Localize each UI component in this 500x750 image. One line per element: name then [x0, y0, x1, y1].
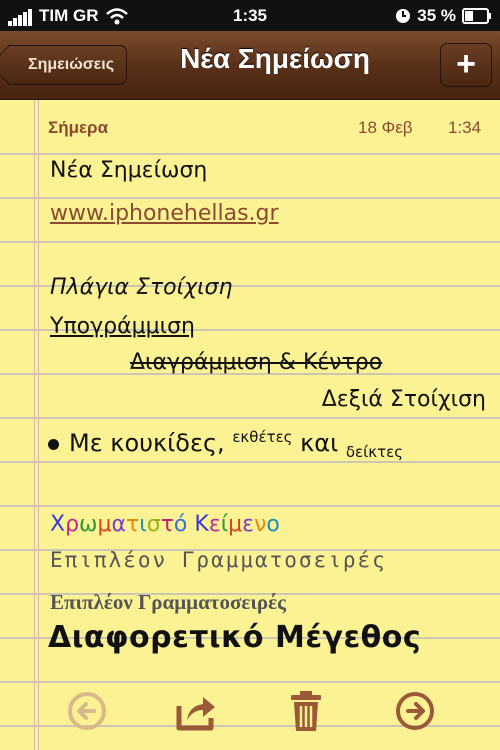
screen: TIM GR 1:35 35 % Σημειώσεις Νέα Σημείωση…: [0, 0, 500, 750]
colored-letter: τ: [126, 512, 140, 537]
colored-letter: Χ: [50, 512, 66, 537]
next-icon[interactable]: [392, 688, 438, 734]
colored-letter: ι: [139, 512, 147, 537]
strikethrough-text: Διαγράμμιση & Κέντρο: [130, 350, 383, 375]
colored-letter: μ: [228, 512, 243, 537]
battery-percent: 35 %: [417, 6, 456, 25]
page-title: Νέα Σημείωση: [180, 43, 370, 74]
battery-icon: [462, 8, 491, 24]
underline-text: Υπογράμμιση: [50, 314, 195, 339]
margin-line: [38, 100, 39, 750]
colored-letter: ω: [79, 512, 98, 537]
bottom-toolbar: [0, 680, 500, 750]
share-icon[interactable]: [173, 688, 219, 734]
colored-letter: ρ: [65, 512, 80, 537]
trash-icon[interactable]: [283, 688, 329, 734]
subscript-text: δείκτες: [345, 442, 404, 461]
large-size-text: Διαφορετικό Μέγεθος: [48, 620, 422, 655]
margin-line: [34, 100, 35, 750]
alt-font-text-1: Επιπλέον Γραμματοσειρές: [50, 548, 387, 572]
bullet-list-item: Με κουκίδες, εκθέτες και δείκτες: [48, 428, 403, 461]
add-note-button[interactable]: +: [440, 43, 492, 87]
colored-letter: Κ: [194, 512, 209, 537]
previous-icon[interactable]: [64, 688, 110, 734]
alt-font-text-2: Επιπλέον Γραμματοσειρές: [50, 590, 286, 614]
right-aligned-text: Δεξιά Στοίχιση: [321, 387, 486, 412]
colored-letter: ε: [208, 512, 221, 537]
bullet-dot: [48, 438, 59, 450]
italic-text: Πλάγια Στοίχιση: [50, 275, 233, 300]
colored-letter: ν: [254, 512, 267, 537]
colored-letter: τ: [160, 512, 174, 537]
note-day: Σήμερα: [48, 118, 109, 137]
note-date: 18 Φεβ: [358, 118, 413, 137]
bullet-conjunction: και: [300, 429, 339, 457]
note-link[interactable]: www.iphonehellas.gr: [50, 201, 279, 226]
clock-lock-icon: [396, 9, 411, 23]
colored-letter: ο: [266, 512, 280, 537]
colored-text: Χρωματιστό Κείμενο: [50, 512, 280, 537]
colored-letter: α: [111, 512, 126, 537]
note-time: 1:34: [448, 118, 482, 137]
note-title-line: Νέα Σημείωση: [50, 158, 208, 183]
back-button-label: Σημειώσεις: [28, 56, 115, 73]
colored-letter: ό: [173, 512, 188, 537]
superscript-text: εκθέτες: [232, 428, 293, 446]
colored-letter: ε: [242, 512, 255, 537]
back-button[interactable]: Σημειώσεις: [8, 45, 128, 85]
bullet-text: Με κουκίδες,: [69, 429, 225, 457]
navigation-bar: Σημειώσεις Νέα Σημείωση +: [0, 31, 500, 100]
status-bar: TIM GR 1:35 35 %: [0, 0, 500, 31]
colored-letter: μ: [97, 512, 112, 537]
colored-letter: σ: [146, 512, 161, 537]
